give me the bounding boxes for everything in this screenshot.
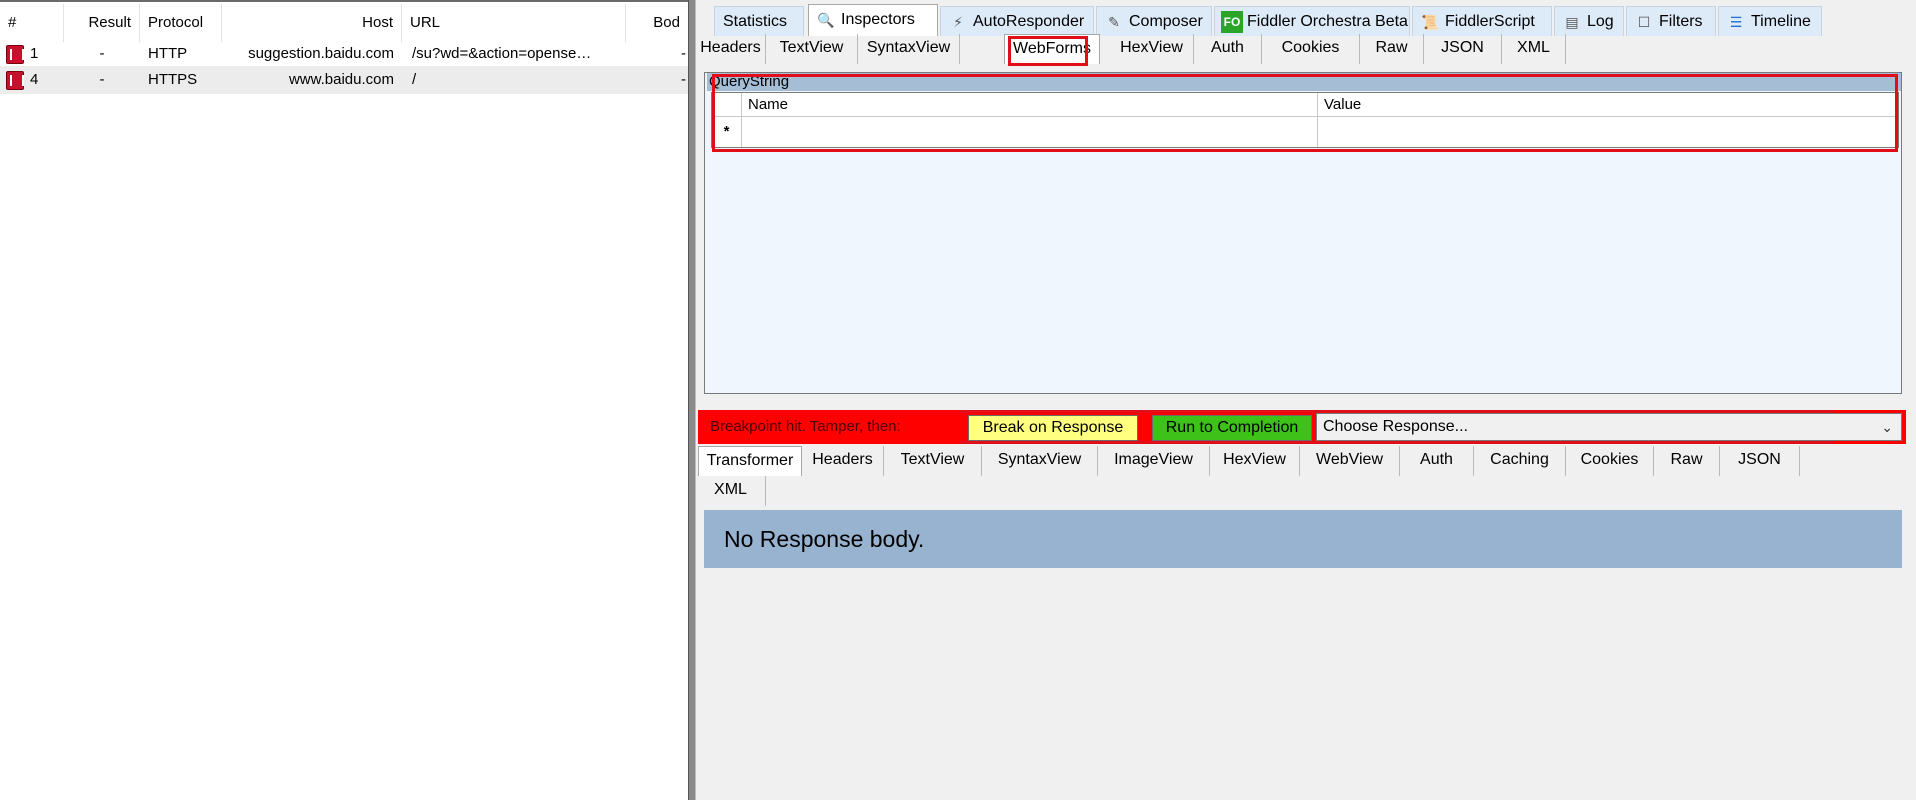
session-result: - [99,71,105,88]
composer-icon: ✎ [1108,13,1120,30]
resp-tab-hexview[interactable]: HexView [1210,446,1300,476]
column-header-id[interactable]: # [0,4,64,42]
column-header-protocol[interactable]: Protocol [140,4,222,42]
fo-icon: FO [1221,10,1243,33]
tab-fiddlerscript[interactable]: 📜 FiddlerScript [1412,6,1552,36]
req-tab-syntaxview[interactable]: SyntaxView [858,34,960,64]
tab-inspectors[interactable]: 🔍 Inspectors [808,4,938,36]
session-row[interactable]: 4 - HTTPS www.baidu.com / - [0,66,688,94]
session-id: 1 [30,45,39,62]
request-inspector-tabs: Headers TextView SyntaxView WebForms Hex… [696,34,1916,64]
column-header-result[interactable]: Result [64,4,140,42]
resp-tab-raw[interactable]: Raw [1654,446,1720,476]
fiddler-window: # Result Protocol Host URL Bod 1 - HTTP … [0,0,1916,800]
resp-tab-headers[interactable]: Headers [802,446,884,476]
webforms-panel: QueryString Name Value * [704,72,1902,394]
response-inspector-tabs-row2: XML [696,476,896,506]
session-host: www.baidu.com [288,71,394,88]
response-body-message: No Response body. [704,510,1902,568]
column-header-name[interactable]: Name [742,93,1318,117]
breakpoint-request-icon [6,45,24,64]
resp-tab-webview[interactable]: WebView [1300,446,1400,476]
resp-tab-caching[interactable]: Caching [1474,446,1566,476]
sessions-list: # Result Protocol Host URL Bod 1 - HTTP … [0,0,688,800]
inspectors-icon: 🔍 [817,11,835,28]
req-tab-headers[interactable]: Headers [696,34,766,64]
tab-autoresponder[interactable]: ⚡ AutoResponder [940,6,1094,36]
column-header-host[interactable]: Host [222,4,402,42]
session-protocol: HTTP [148,45,188,62]
resp-tab-transformer[interactable]: Transformer [698,446,802,476]
log-icon: ▤ [1565,13,1579,30]
tab-fiddler-orchestra[interactable]: FO Fiddler Orchestra Beta [1214,6,1410,36]
tab-timeline[interactable]: ☰ Timeline [1718,6,1822,36]
req-tab-webforms[interactable]: WebForms [1004,34,1100,64]
breakpoint-message: Breakpoint hit. Tamper, then: [710,418,901,435]
resp-tab-xml[interactable]: XML [696,476,766,506]
session-body: - [681,71,686,88]
req-tab-json[interactable]: JSON [1424,34,1502,64]
resp-tab-textview[interactable]: TextView [884,446,982,476]
choose-response-select[interactable]: Choose Response... ⌄ [1316,413,1902,441]
tab-log[interactable]: ▤ Log [1554,6,1624,36]
tab-label: Fiddler Orchestra Beta [1247,13,1408,30]
resp-tab-auth[interactable]: Auth [1400,446,1474,476]
session-id: 4 [30,71,39,88]
breakpoint-request-icon [6,71,24,90]
row-header-corner [712,93,742,117]
querystring-grid[interactable]: Name Value * [711,92,1899,148]
breakpoint-bar: Breakpoint hit. Tamper, then: Break on R… [698,410,1906,444]
tab-label: AutoResponder [973,13,1085,30]
req-tab-cookies[interactable]: Cookies [1262,34,1360,64]
column-header-value[interactable]: Value [1318,93,1898,117]
column-header-body[interactable]: Bod [626,4,688,42]
req-tab-raw[interactable]: Raw [1360,34,1424,64]
column-header-url[interactable]: URL [402,4,626,42]
req-tab-hexview[interactable]: HexView [1110,34,1194,64]
tab-label: Statistics [723,13,788,30]
new-row-marker: * [712,117,742,147]
pane-splitter[interactable] [688,0,696,800]
session-host: suggestion.baidu.com [248,45,394,62]
resp-tab-json[interactable]: JSON [1720,446,1800,476]
lightning-icon: ⚡ [953,13,963,30]
req-tab-textview[interactable]: TextView [766,34,858,64]
script-icon: 📜 [1421,13,1439,30]
session-body: - [681,45,686,62]
break-on-response-button[interactable]: Break on Response [968,415,1138,441]
response-inspector-tabs: Transformer Headers TextView SyntaxView … [696,446,1916,476]
session-url: /su?wd=&action=opense… [412,45,592,62]
tab-label: FiddlerScript [1445,13,1535,30]
tab-label: Timeline [1751,13,1811,30]
chevron-down-icon[interactable]: ⌄ [1881,414,1893,440]
main-tabstrip: Statistics 🔍 Inspectors ⚡ AutoResponder ✎ C… [696,2,1916,36]
req-tab-auth[interactable]: Auth [1194,34,1262,64]
name-cell-input[interactable] [742,117,1318,147]
tab-label: Log [1587,13,1614,30]
tab-statistics[interactable]: Statistics [714,6,804,36]
run-to-completion-button[interactable]: Run to Completion [1152,415,1312,441]
session-row[interactable]: 1 - HTTP suggestion.baidu.com /su?wd=&ac… [0,40,688,68]
timeline-icon: ☰ [1729,13,1743,30]
value-cell-input[interactable] [1318,117,1898,147]
querystring-label: QueryString [707,73,1901,91]
session-result: - [99,45,105,62]
req-tab-xml[interactable]: XML [1502,34,1566,64]
choose-response-value: Choose Response... [1323,418,1468,435]
resp-tab-imageview[interactable]: ImageView [1098,446,1210,476]
tab-label: Inspectors [841,11,915,28]
tab-filters[interactable]: ☐ Filters [1626,6,1716,36]
checkbox-icon: ☐ [1637,13,1651,30]
session-protocol: HTTPS [148,71,198,88]
session-url: / [412,71,417,88]
tab-composer[interactable]: ✎ Composer [1096,6,1212,36]
tab-label: Filters [1659,13,1703,30]
resp-tab-cookies[interactable]: Cookies [1566,446,1654,476]
right-pane: Statistics 🔍 Inspectors ⚡ AutoResponder ✎ C… [696,0,1916,800]
tab-label: Composer [1129,13,1203,30]
resp-tab-syntaxview[interactable]: SyntaxView [982,446,1098,476]
